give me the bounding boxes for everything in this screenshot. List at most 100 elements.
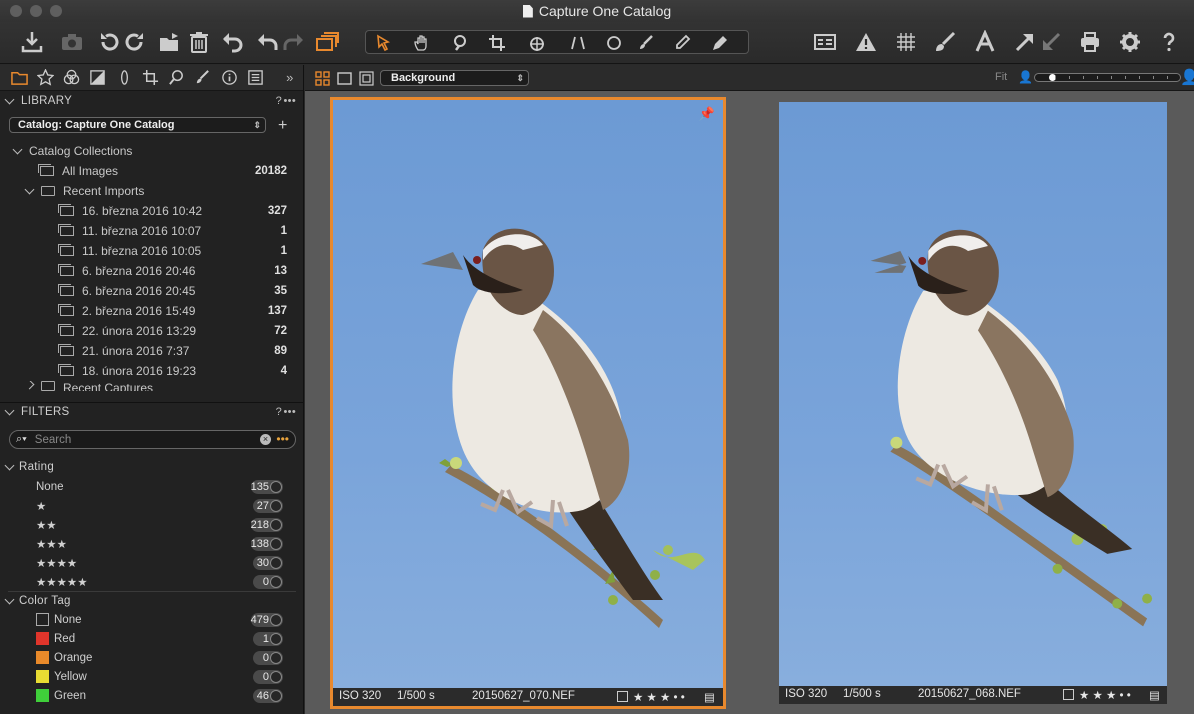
filters-help-button[interactable]: ? (276, 406, 282, 418)
collection-item[interactable]: 18. února 2016 19:23 4 (0, 361, 300, 381)
collection-item[interactable]: Recent Captures (0, 381, 300, 391)
color-tag-box[interactable] (617, 691, 628, 702)
tab-metadata[interactable] (216, 66, 242, 90)
exposure-warning-button[interactable] (852, 28, 880, 56)
redo-button[interactable] (279, 28, 307, 56)
tab-local-adjustments[interactable] (190, 66, 216, 90)
filters-more-button[interactable]: ••• (284, 406, 296, 418)
undo-button[interactable] (254, 28, 282, 56)
clear-search-icon[interactable]: × (260, 434, 271, 445)
rating-count-toggle[interactable]: 138 (250, 536, 283, 551)
grid-overlay-button[interactable] (892, 28, 920, 56)
photo-image[interactable]: 📌 (333, 100, 723, 688)
keystone-tool[interactable] (564, 33, 592, 53)
annotate-tool[interactable] (706, 33, 734, 53)
chevron-down-icon[interactable] (24, 184, 35, 194)
import-arrow-button[interactable] (1037, 28, 1065, 56)
collection-item[interactable]: Catalog Collections (0, 141, 300, 161)
search-options-button[interactable]: ••• (276, 432, 289, 446)
zoom-fit-label[interactable]: Fit (995, 71, 1007, 83)
color-tag-count-toggle[interactable]: 0 (253, 650, 283, 665)
chevron-down-icon[interactable] (12, 144, 23, 154)
tab-composition[interactable] (137, 66, 163, 90)
collection-item[interactable]: Recent Imports (0, 181, 300, 201)
print-button[interactable] (1076, 28, 1104, 56)
rotate-tool[interactable] (523, 33, 551, 53)
rotate-left-button[interactable] (95, 28, 123, 56)
proof-margin-icon[interactable] (359, 71, 374, 86)
color-tag-count-toggle[interactable]: 1 (253, 631, 283, 646)
rating-count-toggle[interactable]: 27 (253, 498, 283, 513)
rating-stars[interactable]: ★ ★ ★ • • (633, 690, 685, 704)
image-info-icon[interactable]: ▤ (704, 690, 715, 704)
collection-item[interactable]: 22. února 2016 13:29 72 (0, 321, 300, 341)
copy-apply-button[interactable] (313, 28, 341, 56)
reset-button[interactable] (218, 28, 246, 56)
rotate-right-button[interactable] (121, 28, 149, 56)
rating-filter-row[interactable]: ★★★ 138 (0, 534, 300, 553)
rating-filter-row[interactable]: ★★★★ 30 (0, 553, 300, 572)
settings-button[interactable] (1116, 28, 1144, 56)
brush-tool[interactable] (632, 33, 660, 53)
collection-item[interactable]: 6. března 2016 20:46 13 (0, 261, 300, 281)
photo-frame-secondary[interactable]: ISO 320 1/500 s 20150627_068.NEF ★ ★ ★ •… (779, 102, 1167, 704)
add-collection-button[interactable]: + (278, 117, 287, 135)
library-help-button[interactable]: ? (276, 95, 282, 107)
rating-filter-row[interactable]: ★ 27 (0, 496, 300, 515)
collection-item[interactable]: 21. února 2016 7:37 89 (0, 341, 300, 361)
library-more-button[interactable]: ••• (284, 95, 296, 107)
more-tabs-button[interactable]: » (277, 66, 303, 90)
collection-item[interactable]: 16. března 2016 10:42 327 (0, 201, 300, 221)
rating-filter-row[interactable]: None 135 (0, 477, 300, 496)
photo-image[interactable] (779, 102, 1167, 686)
color-tag-filter-row[interactable]: Green 46 (0, 686, 300, 705)
chevron-right-icon[interactable] (24, 381, 35, 390)
import-button[interactable] (18, 28, 46, 56)
viewer-toggle-button[interactable] (811, 28, 839, 56)
single-view-icon[interactable] (337, 71, 352, 86)
process-button[interactable] (1011, 28, 1039, 56)
tab-capture[interactable] (32, 66, 58, 90)
collection-item[interactable]: 6. března 2016 20:45 35 (0, 281, 300, 301)
photo-frame-primary[interactable]: 📌 ISO 320 1/500 s 20150627_070.NEF ★ ★ ★… (330, 97, 726, 709)
crop-tool[interactable] (483, 33, 511, 53)
help-button[interactable] (1155, 28, 1183, 56)
move-to-folder-button[interactable] (156, 28, 184, 56)
rating-count-toggle[interactable]: 0 (253, 574, 283, 589)
minimize-window-button[interactable] (30, 5, 42, 17)
tab-lens[interactable] (111, 66, 137, 90)
background-select[interactable]: Background ⇕ (380, 70, 529, 86)
close-window-button[interactable] (10, 5, 22, 17)
color-tag-count-toggle[interactable]: 46 (253, 688, 283, 703)
rating-filter-header[interactable]: Rating (0, 458, 300, 476)
filter-search-field[interactable]: ⌕▾ Search × ••• (9, 430, 296, 449)
tab-library[interactable] (6, 66, 32, 90)
zoom-window-button[interactable] (50, 5, 62, 17)
browser-grid-icon[interactable] (315, 71, 330, 86)
collection-item[interactable]: 11. března 2016 10:07 1 (0, 221, 300, 241)
rating-filter-row[interactable]: ★★★★★ 0 (0, 572, 300, 591)
rating-count-toggle[interactable]: 30 (253, 555, 283, 570)
delete-button[interactable] (185, 28, 213, 56)
rating-count-toggle[interactable]: 218 (250, 517, 283, 532)
zoom-tool[interactable] (447, 33, 475, 53)
image-info-icon[interactable]: ▤ (1149, 688, 1160, 702)
tab-output[interactable] (242, 66, 268, 90)
local-adjust-button[interactable] (931, 28, 959, 56)
collection-item[interactable]: 2. března 2016 15:49 137 (0, 301, 300, 321)
rating-filter-row[interactable]: ★★ 218 (0, 515, 300, 534)
spot-removal-tool[interactable] (600, 33, 628, 53)
color-tag-box[interactable] (1063, 689, 1074, 700)
color-tag-filter-header[interactable]: Color Tag (0, 592, 300, 610)
collection-item[interactable]: 11. března 2016 10:05 1 (0, 241, 300, 261)
text-overlay-button[interactable] (971, 28, 999, 56)
zoom-slider[interactable] (1034, 73, 1181, 82)
pin-icon[interactable]: 📌 (699, 106, 715, 122)
select-tool[interactable] (370, 33, 398, 53)
rating-count-toggle[interactable]: 135 (250, 479, 283, 494)
color-tag-filter-row[interactable]: Yellow 0 (0, 667, 300, 686)
color-tag-count-toggle[interactable]: 479 (250, 612, 283, 627)
rating-stars[interactable]: ★ ★ ★ • • (1079, 688, 1131, 702)
catalog-select[interactable]: Catalog: Capture One Catalog ⇕ (9, 117, 266, 133)
color-tag-filter-row[interactable]: None 479 (0, 610, 300, 629)
